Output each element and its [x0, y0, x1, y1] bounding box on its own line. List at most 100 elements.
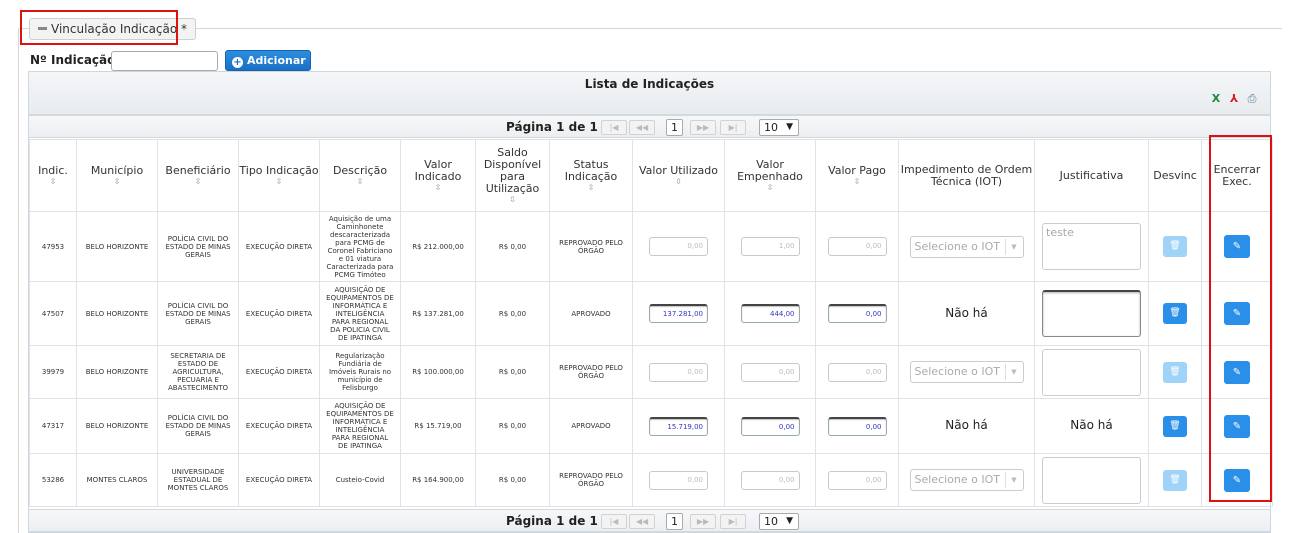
sort-icon[interactable]: ⇳: [159, 178, 238, 186]
valor-indicado-cell: R$ 15.719,00: [400, 398, 476, 454]
column-header-label: Desvinc: [1153, 168, 1197, 182]
valor-empenhado-input: 1,00: [740, 237, 800, 256]
valor-pago-input[interactable]: 0,00: [827, 416, 887, 436]
pencil-icon[interactable]: ✎: [1224, 360, 1250, 384]
sort-icon[interactable]: ⇳: [240, 178, 319, 186]
encerrar-cell: ✎: [1201, 345, 1273, 399]
sort-icon[interactable]: ⇳: [551, 184, 632, 192]
chevron-down-icon: ▼: [1004, 472, 1023, 488]
column-header[interactable]: Status Indicação ⇳: [549, 139, 633, 212]
valor-pago-cell: 0,00: [815, 453, 899, 507]
column-header[interactable]: Valor Utilizado ⇳: [632, 139, 725, 212]
sort-icon[interactable]: ⇳: [78, 178, 157, 186]
descricao-cell: Custeio-Covid: [319, 453, 401, 507]
next-page-button[interactable]: ▶▶: [690, 120, 716, 135]
add-button[interactable]: + Adicionar: [225, 50, 311, 71]
valor-empenhado-input[interactable]: 0,00: [740, 416, 800, 436]
valor-pago-input: 0,00: [827, 237, 887, 256]
valor-utilizado-cell: 0,00: [632, 453, 725, 507]
justificativa-cell: [1034, 281, 1149, 346]
column-header[interactable]: Beneficiário ⇳: [157, 139, 239, 212]
valor-utilizado-input[interactable]: 15.719,00: [649, 416, 708, 436]
valor-empenhado-cell: 0,00: [724, 398, 816, 454]
justificativa-textarea[interactable]: [1042, 290, 1141, 337]
valor-utilizado-input: 0,00: [649, 470, 708, 490]
desvinc-cell: 🗑: [1148, 398, 1202, 454]
page-size-select[interactable]: 10 ▼: [759, 119, 799, 136]
pencil-icon[interactable]: ✎: [1224, 468, 1250, 492]
indic-cell: 47507: [29, 281, 77, 346]
prev-page-button[interactable]: ◀◀: [629, 120, 655, 135]
tipo-cell: EXECUÇÃO DIRETA: [238, 345, 320, 399]
iot-select-value: Selecione o IOT: [914, 365, 1001, 378]
valor-pago-cell: 0,00: [815, 345, 899, 399]
grid-caption-bar: Lista de Indicações X ⅄ ⎙: [29, 72, 1270, 115]
column-header[interactable]: Tipo Indicação ⇳: [238, 139, 320, 212]
municipio-cell: BELO HORIZONTE: [76, 211, 158, 282]
last-page-button[interactable]: ▶|: [720, 120, 746, 135]
column-header-label: Valor Pago: [828, 164, 886, 177]
sort-icon[interactable]: ⇳: [726, 184, 815, 192]
indic-cell: 47317: [29, 398, 77, 454]
column-header[interactable]: Descrição ⇳: [319, 139, 401, 212]
table-row: 47317 BELO HORIZONTE POLÍCIA CIVIL DO ESTA…: [29, 398, 1273, 454]
column-header[interactable]: Valor Empenhado ⇳: [724, 139, 816, 212]
sort-icon[interactable]: ⇳: [31, 178, 76, 186]
prev-page-button-bottom[interactable]: ◀◀: [629, 514, 655, 529]
column-header-label: Justificativa: [1059, 168, 1124, 182]
valor-indicado-cell: R$ 164.900,00: [400, 453, 476, 507]
first-page-button-bottom[interactable]: |◀: [601, 514, 627, 529]
first-page-button[interactable]: |◀: [601, 120, 627, 135]
sort-icon[interactable]: ⇳: [634, 178, 724, 186]
valor-pago-input[interactable]: 0,00: [827, 304, 887, 323]
valor-empenhado-cell: 1,00: [724, 211, 816, 282]
column-header[interactable]: Indic. ⇳: [29, 139, 77, 212]
next-page-button-bottom[interactable]: ▶▶: [690, 514, 716, 529]
trash-icon: 🗑: [1163, 236, 1187, 257]
saldo-cell: R$ 0,00: [475, 281, 550, 346]
page-number-bottom[interactable]: 1: [666, 513, 683, 530]
grid-header-row: Indic. ⇳ Município ⇳ Beneficiário ⇳ Tipo Indic…: [29, 139, 1273, 212]
beneficiario-cell: POLÍCIA CIVIL DO ESTADO DE MINAS GERAIS: [157, 281, 239, 346]
justificativa-textarea: [1042, 348, 1141, 396]
fieldset-legend[interactable]: Vinculação Indicação *: [29, 18, 197, 40]
collapse-icon[interactable]: [38, 27, 47, 30]
valor-utilizado-input[interactable]: 137.281,00: [649, 304, 708, 323]
print-icon[interactable]: ⎙: [1244, 92, 1260, 106]
indic-cell: 53286: [29, 453, 77, 507]
column-header-label: Impedimento de Ordem Técnica (IOT): [900, 162, 1033, 188]
excel-icon[interactable]: X: [1208, 92, 1224, 106]
valor-empenhado-cell: 0,00: [724, 453, 816, 507]
column-header[interactable]: Valor Indicado ⇳: [400, 139, 476, 212]
column-header[interactable]: Saldo Disponível para Utilização ⇳: [475, 139, 550, 212]
descricao-cell: AQUISIÇÃO DE EQUIPAMENTOS DE INFORMÁTICA…: [319, 398, 401, 454]
column-header[interactable]: Valor Pago ⇳: [815, 139, 899, 212]
column-header-label: Status Indicação: [564, 158, 618, 183]
municipio-cell: BELO HORIZONTE: [76, 398, 158, 454]
last-page-button-bottom[interactable]: ▶|: [720, 514, 746, 529]
pencil-icon[interactable]: ✎: [1224, 302, 1250, 325]
encerrar-cell: ✎: [1201, 211, 1273, 282]
iot-select-value: Selecione o IOT: [914, 473, 1001, 486]
column-header[interactable]: Município ⇳: [76, 139, 158, 212]
sort-icon[interactable]: ⇳: [817, 178, 898, 186]
valor-indicado-cell: R$ 212.000,00: [400, 211, 476, 282]
pencil-icon[interactable]: ✎: [1224, 235, 1250, 258]
page-size-select-bottom[interactable]: 10 ▼: [759, 513, 799, 530]
iot-cell: Selecione o IOT ▼: [898, 453, 1035, 507]
indicacoes-grid: Lista de Indicações X ⅄ ⎙ Página 1 de 1 …: [28, 71, 1273, 533]
desvinc-cell: 🗑: [1148, 453, 1202, 507]
page-number[interactable]: 1: [666, 119, 683, 136]
pdf-icon[interactable]: ⅄: [1226, 92, 1242, 106]
grid-table: Indic. ⇳ Município ⇳ Beneficiário ⇳ Tipo Indic…: [29, 139, 1273, 507]
valor-utilizado-input: 0,00: [649, 362, 708, 382]
trash-icon[interactable]: 🗑: [1163, 303, 1187, 324]
indicacao-input[interactable]: [111, 51, 218, 71]
sort-icon[interactable]: ⇳: [321, 178, 400, 186]
valor-empenhado-input[interactable]: 444,00: [740, 304, 800, 323]
sort-icon[interactable]: ⇳: [477, 196, 549, 204]
pencil-icon[interactable]: ✎: [1224, 414, 1250, 438]
trash-icon[interactable]: 🗑: [1163, 415, 1187, 437]
sort-icon[interactable]: ⇳: [402, 184, 475, 192]
encerrar-cell: ✎: [1201, 453, 1273, 507]
